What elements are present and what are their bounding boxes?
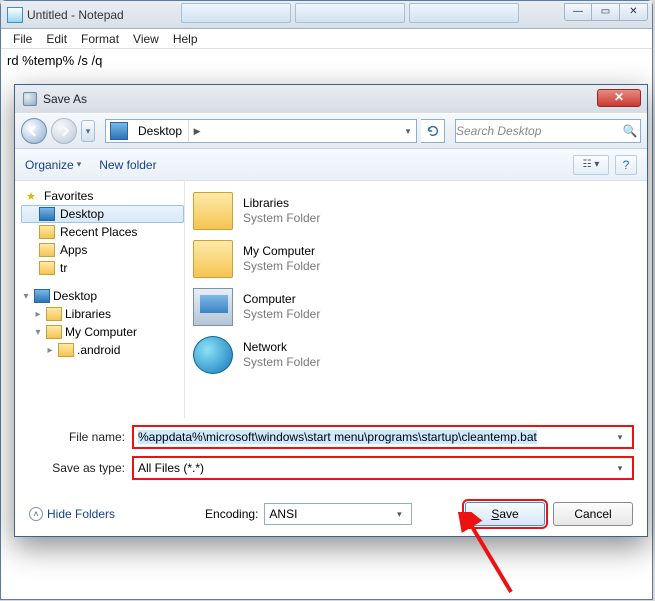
back-button[interactable] [21,118,47,144]
toolbar: Organize▾ New folder ☷ ▾ ? [15,149,647,181]
task-stub [409,3,519,23]
notepad-title: Untitled - Notepad [27,8,124,22]
network-icon [193,336,233,374]
recent-icon [39,225,55,239]
expand-icon[interactable]: ▸ [45,345,55,356]
task-stub [295,3,405,23]
navigation-pane[interactable]: ★ Favorites Desktop Recent Places Apps t… [15,181,185,418]
menu-edit[interactable]: Edit [40,30,73,48]
organize-menu[interactable]: Organize▾ [25,158,81,172]
notepad-content: rd %temp% /s /q [7,53,102,68]
hide-folders-button[interactable]: ˄Hide Folders [29,507,115,521]
task-stub [181,3,291,23]
breadcrumb-location[interactable]: Desktop [132,120,189,142]
notepad-menubar: File Edit Format View Help [1,29,652,49]
nav-history-dropdown[interactable]: ▾ [81,120,95,142]
save-as-dialog: Save As ✕ ▾ Desktop ▶ ▾ Search Desktop 🔍… [14,84,648,537]
close-button[interactable]: ✕ [620,3,648,21]
search-icon: 🔍 [620,124,640,138]
list-item[interactable]: LibrariesSystem Folder [193,187,639,235]
save-form: File name: %appdata%\microsoft\windows\s… [15,418,647,496]
body: ★ Favorites Desktop Recent Places Apps t… [15,181,647,418]
desktop-icon [39,207,55,221]
saveas-titlebar[interactable]: Save As ✕ [15,85,647,113]
list-item[interactable]: ComputerSystem Folder [193,283,639,331]
close-button[interactable]: ✕ [597,89,641,107]
chevron-right-icon[interactable]: ▶ [189,120,205,142]
folder-icon [46,307,62,321]
view-options-button[interactable]: ☷ ▾ [573,155,609,175]
chevron-up-icon: ˄ [29,507,43,521]
expand-icon[interactable]: ▾ [33,327,43,338]
list-item[interactable]: My ComputerSystem Folder [193,235,639,283]
folder-icon [58,343,74,357]
forward-button[interactable] [51,118,77,144]
menu-view[interactable]: View [127,30,165,48]
maximize-button[interactable]: ▭ [592,3,620,21]
window-controls: — ▭ ✕ [564,3,648,21]
expand-icon[interactable]: ▾ [21,291,31,302]
cancel-button[interactable]: Cancel [553,502,633,526]
saveastype-select[interactable]: All Files (*.*)▾ [133,457,633,479]
refresh-button[interactable] [421,119,445,143]
libraries-icon [193,192,233,230]
minimize-button[interactable]: — [564,3,592,21]
taskbar-stubs [181,3,519,23]
computer-icon [193,288,233,326]
filename-input[interactable]: %appdata%\microsoft\windows\start menu\p… [133,426,633,448]
search-placeholder: Search Desktop [456,124,620,138]
menu-help[interactable]: Help [167,30,204,48]
notepad-titlebar[interactable]: Untitled - Notepad — ▭ ✕ [1,1,652,29]
folder-icon [46,325,62,339]
save-button[interactable]: Save [465,502,545,526]
folder-icon [39,261,55,275]
user-folder-icon [193,240,233,278]
sidebar-item-recent-places[interactable]: Recent Places [21,223,184,241]
tree-my-computer[interactable]: ▾My Computer [21,323,184,341]
menu-format[interactable]: Format [75,30,125,48]
list-item[interactable]: NetworkSystem Folder [193,331,639,379]
desktop-icon [34,289,50,303]
sidebar-item-apps[interactable]: Apps [21,241,184,259]
chevron-down-icon[interactable]: ▾ [612,432,628,443]
menu-file[interactable]: File [7,30,38,48]
chevron-down-icon[interactable]: ▾ [612,463,628,474]
sidebar-item-tr[interactable]: tr [21,259,184,277]
chevron-down-icon: ▾ [77,159,82,170]
star-icon: ★ [23,189,39,203]
search-input[interactable]: Search Desktop 🔍 [455,119,641,143]
favorites-header[interactable]: ★ Favorites [23,189,184,203]
bottom-bar: ˄Hide Folders Encoding: ANSI▾ Save Cance… [15,496,647,538]
address-bar-row: ▾ Desktop ▶ ▾ Search Desktop 🔍 [15,113,647,149]
encoding-select[interactable]: ANSI▾ [264,503,412,525]
tree-libraries[interactable]: ▸Libraries [21,305,184,323]
sidebar-item-desktop[interactable]: Desktop [21,205,184,223]
new-folder-button[interactable]: New folder [99,158,156,172]
breadcrumb[interactable]: Desktop ▶ ▾ [105,119,417,143]
folder-icon [39,243,55,257]
saveastype-label: Save as type: [29,461,133,475]
chevron-down-icon[interactable]: ▾ [391,509,407,520]
saveas-title: Save As [43,92,87,106]
tree-desktop[interactable]: ▾Desktop [21,287,184,305]
encoding-label: Encoding: [205,507,258,521]
expand-icon[interactable]: ▸ [33,309,43,320]
file-list-pane[interactable]: LibrariesSystem Folder My ComputerSystem… [185,181,647,418]
breadcrumb-dropdown[interactable]: ▾ [400,120,416,142]
notepad-text-area[interactable]: rd %temp% /s /q [1,49,652,73]
notepad-icon [7,7,23,23]
tree-android[interactable]: ▸.android [21,341,184,359]
help-button[interactable]: ? [615,155,637,175]
saveas-icon [23,92,37,106]
desktop-icon [110,122,128,140]
filename-label: File name: [29,430,133,444]
